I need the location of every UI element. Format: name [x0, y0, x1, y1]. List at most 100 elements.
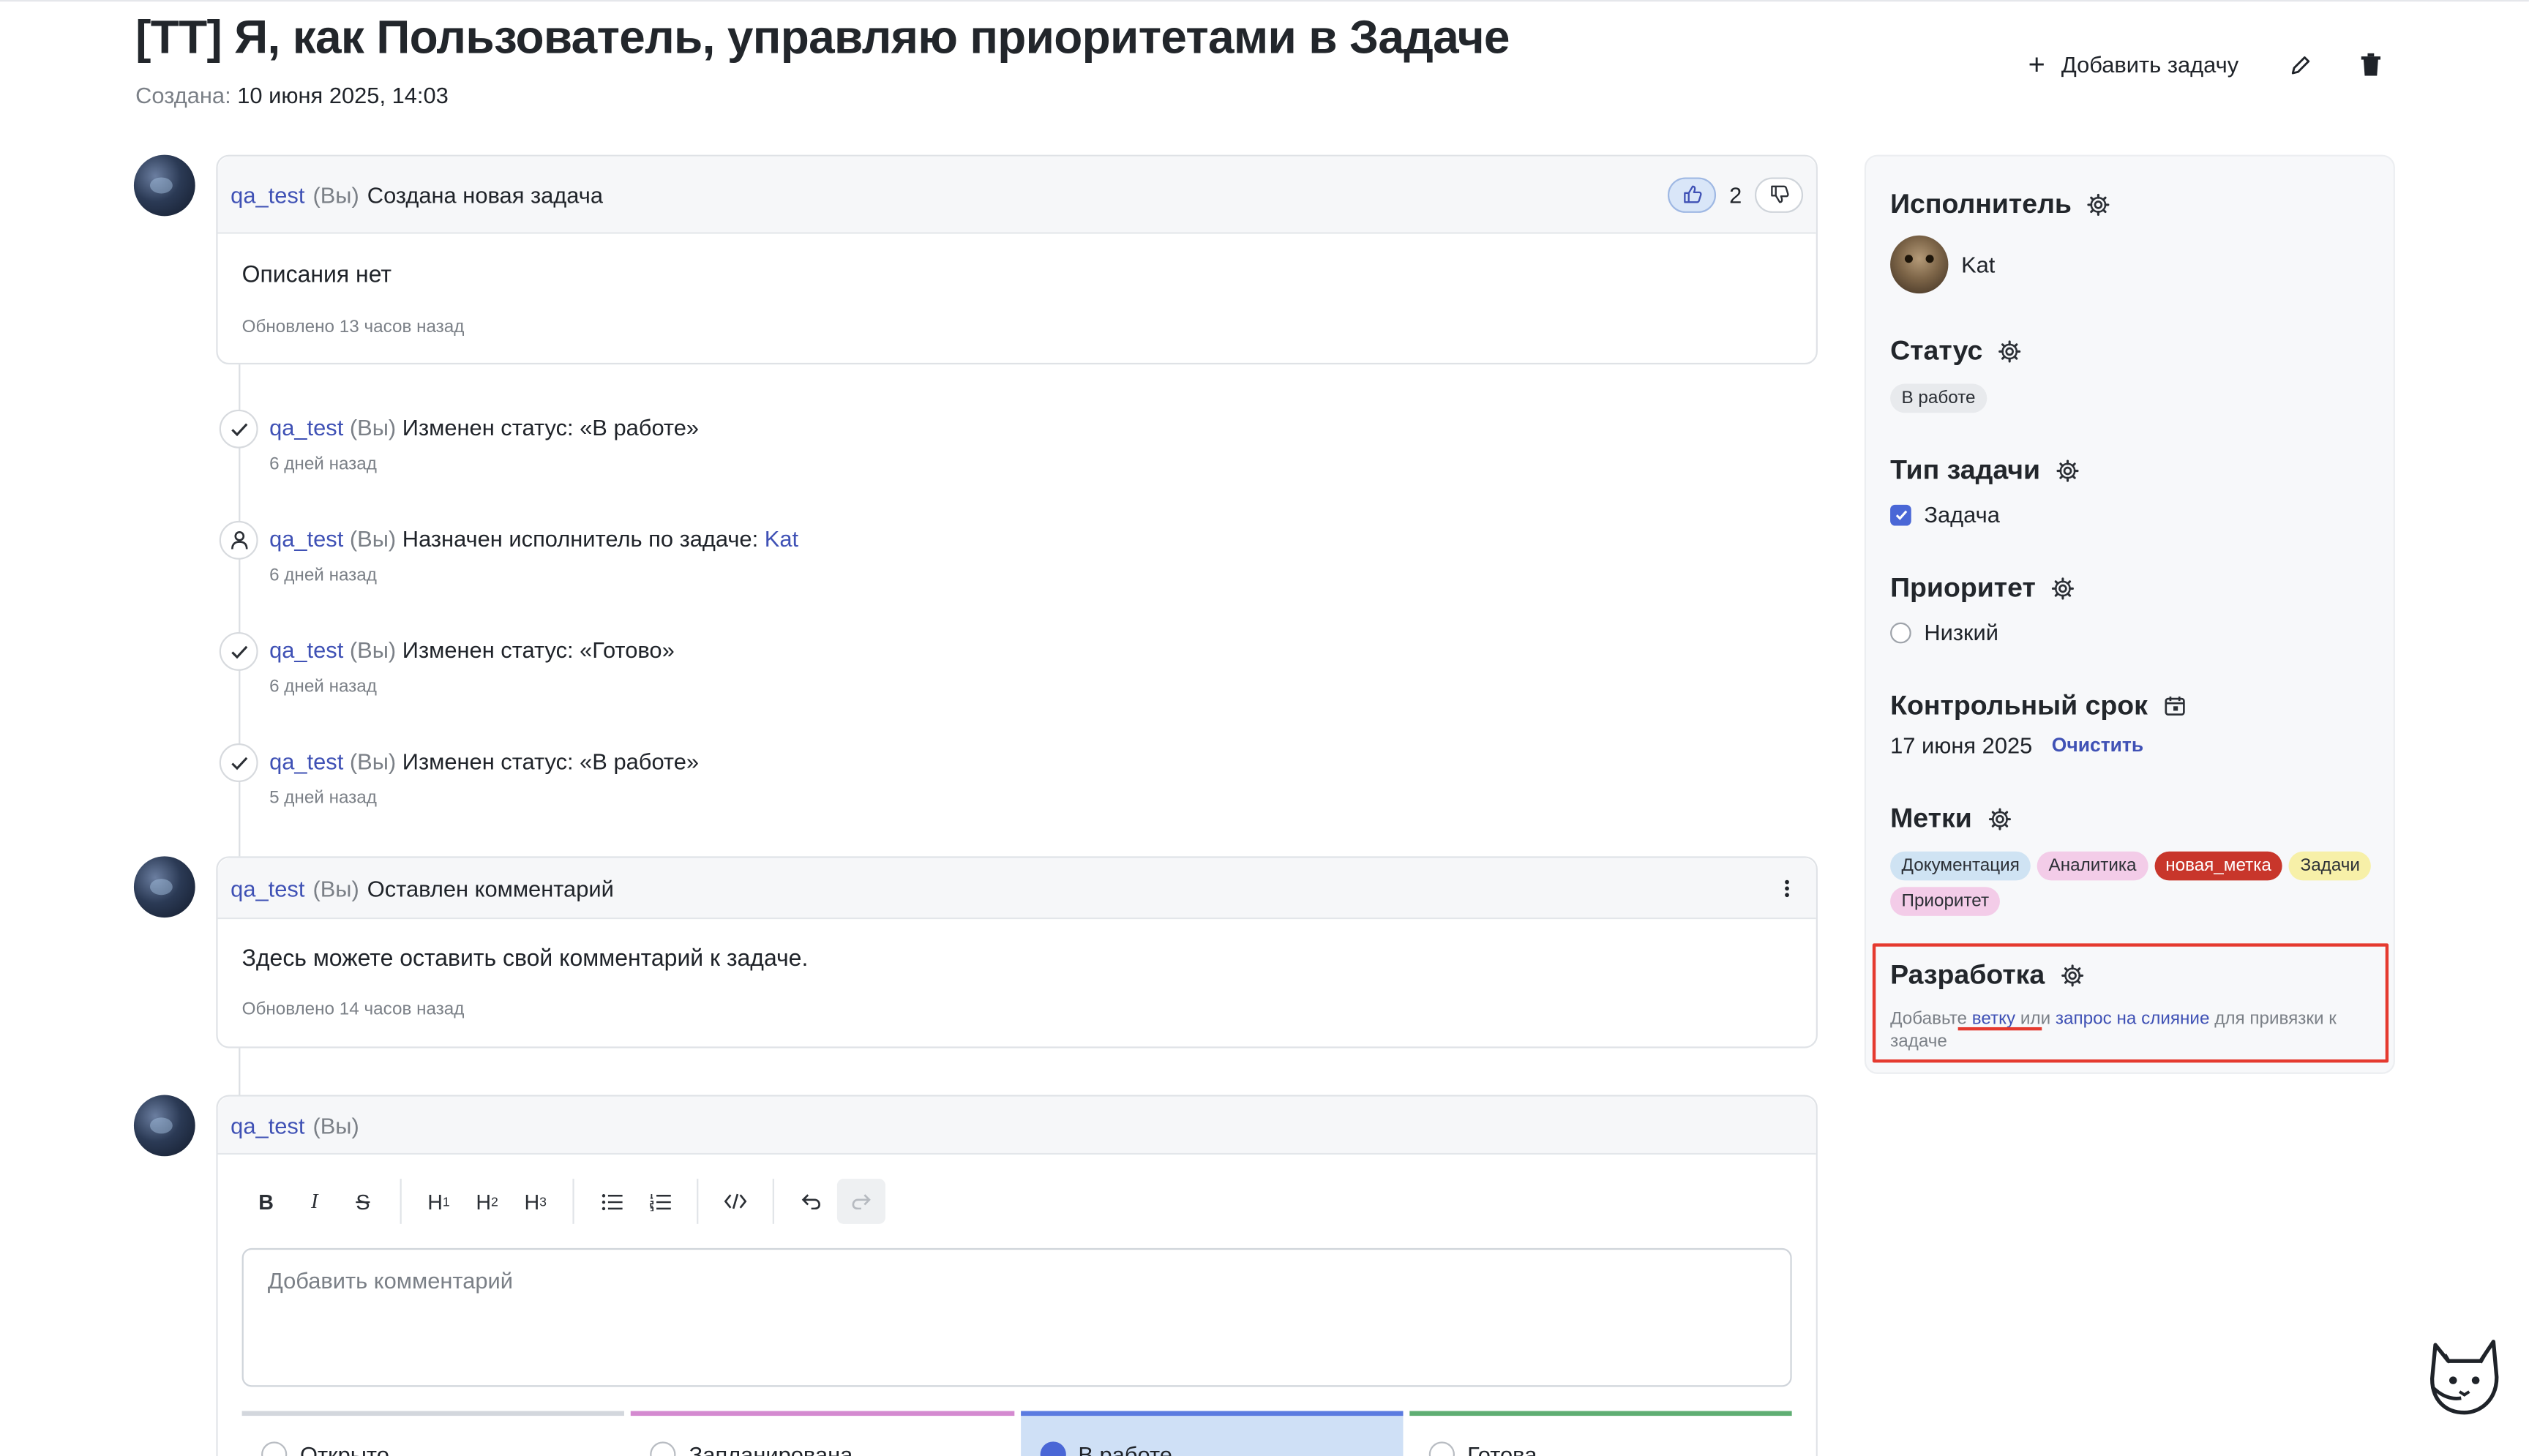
- development-highlight-frame: [1872, 943, 2389, 1063]
- deadline-date[interactable]: 17 июня 2025: [1890, 732, 2032, 758]
- dislike-button[interactable]: [1754, 176, 1804, 212]
- like-count: 2: [1729, 181, 1742, 208]
- author-link[interactable]: qa_test: [231, 181, 304, 207]
- check-icon: [219, 409, 258, 449]
- author-link[interactable]: qa_test: [269, 414, 343, 440]
- tags-title: Метки: [1890, 803, 2374, 836]
- comment-card: qa_test (Вы) Оставлен комментарий Здесь …: [216, 856, 1818, 1048]
- author-link[interactable]: qa_test: [269, 637, 343, 663]
- priority-section: Приоритет Низкий: [1890, 572, 2075, 645]
- undo-button[interactable]: [787, 1179, 836, 1224]
- plus-icon: +: [2028, 48, 2045, 81]
- undo-icon: [801, 1194, 820, 1209]
- editor-header: qa_test (Вы): [217, 1096, 1816, 1155]
- strikethrough-button[interactable]: S: [339, 1179, 387, 1224]
- clear-deadline-button[interactable]: Очистить: [2052, 734, 2143, 757]
- thumbs-up-icon: [1683, 185, 1701, 203]
- you-label: (Вы): [312, 1111, 359, 1138]
- redo-icon: [852, 1194, 871, 1209]
- task-type-label: Задача: [1924, 501, 2000, 528]
- event-description: Назначен исполнитель по задаче:: [402, 525, 759, 552]
- event-time: 6 дней назад: [269, 677, 377, 697]
- description-text: Описания нет: [241, 263, 392, 289]
- status-option-label: Запланирована: [689, 1441, 853, 1456]
- created-label: Создана:: [135, 82, 231, 108]
- comment-menu-button[interactable]: [1771, 878, 1803, 897]
- editor-toolbar: B I S H1 H2 H3: [218, 1155, 1816, 1224]
- italic-button[interactable]: I: [291, 1179, 339, 1224]
- priority-value[interactable]: Низкий: [1890, 619, 2075, 645]
- gear-icon[interactable]: [2052, 577, 2075, 600]
- like-button[interactable]: [1668, 176, 1717, 212]
- priority-title: Приоритет: [1890, 572, 2075, 604]
- assignee-link[interactable]: Kat: [765, 526, 798, 552]
- status-badge[interactable]: В работе: [1890, 383, 1987, 413]
- comment-input[interactable]: Добавить комментарий: [241, 1247, 1792, 1387]
- tag[interactable]: Документация: [1890, 851, 2031, 881]
- task-type-title: Тип задачи: [1890, 455, 2079, 487]
- avatar[interactable]: [133, 154, 195, 217]
- updated-time: Обновлено 13 часов назад: [241, 318, 465, 337]
- assignee[interactable]: Kat: [1890, 235, 2110, 294]
- deadline-title-text: Контрольный срок: [1890, 690, 2148, 721]
- heading-3-button[interactable]: H3: [512, 1179, 560, 1224]
- deadline-section: Контрольный срок 17 июня 2025 Очистить: [1890, 690, 2187, 758]
- gear-icon[interactable]: [2088, 193, 2110, 216]
- heading-1-button[interactable]: H1: [414, 1179, 462, 1224]
- bullet-list-icon: [601, 1193, 622, 1209]
- calendar-icon[interactable]: [2164, 695, 2187, 718]
- status-option-label: Готова: [1467, 1441, 1537, 1456]
- add-task-button[interactable]: + Добавить задачу: [2015, 48, 2252, 80]
- top-divider: [0, 0, 2529, 5]
- trash-icon: [2361, 53, 2381, 76]
- author-link[interactable]: qa_test: [269, 526, 343, 552]
- bullet-list-button[interactable]: [587, 1179, 635, 1224]
- gear-icon[interactable]: [1988, 808, 2011, 830]
- status-option-in-progress[interactable]: В работе: [1020, 1411, 1403, 1456]
- event-text: qa_test (Вы) Изменен статус: «В работе»: [269, 414, 699, 440]
- tag[interactable]: новая_метка: [2154, 851, 2283, 881]
- branch-link-underline: [1957, 1027, 2042, 1031]
- avatar[interactable]: [133, 1095, 195, 1157]
- author-link[interactable]: qa_test: [231, 875, 304, 901]
- you-label: (Вы): [349, 637, 397, 663]
- event-time: 5 дней назад: [269, 788, 377, 808]
- tags-section: Метки Документация Аналитика новая_метка…: [1890, 803, 2374, 916]
- status-option-open[interactable]: Открыто: [241, 1411, 625, 1456]
- heading-2-level: 2: [491, 1194, 498, 1209]
- assignee-section: Исполнитель Kat: [1890, 189, 2110, 294]
- radio-icon: [650, 1441, 677, 1456]
- thumbs-down-icon: [1770, 185, 1788, 203]
- status-selector: Открыто Запланирована В работе Готова: [241, 1411, 1792, 1456]
- status-title: Статус: [1890, 335, 2021, 367]
- author-link[interactable]: qa_test: [269, 748, 343, 774]
- check-icon: [219, 631, 258, 671]
- bold-button[interactable]: B: [242, 1179, 291, 1224]
- heading-2-button[interactable]: H2: [463, 1179, 512, 1224]
- delete-button[interactable]: [2348, 45, 2394, 84]
- ordered-list-button[interactable]: [635, 1179, 683, 1224]
- status-option-planned[interactable]: Запланирована: [631, 1411, 1014, 1456]
- you-label: (Вы): [349, 414, 397, 440]
- heading-1-level: 1: [442, 1194, 450, 1209]
- event-description: Изменен статус: «В работе»: [402, 748, 700, 774]
- gear-icon[interactable]: [1998, 340, 2021, 363]
- tag[interactable]: Задачи: [2289, 851, 2372, 881]
- edit-button[interactable]: [2277, 45, 2323, 84]
- assistant-mascot-button[interactable]: [2426, 1335, 2503, 1416]
- avatar[interactable]: [133, 856, 195, 918]
- radio-icon: [1890, 621, 1911, 643]
- author-link[interactable]: qa_test: [231, 1112, 304, 1138]
- gear-icon[interactable]: [2056, 459, 2079, 482]
- pencil-icon: [2290, 55, 2309, 74]
- comment-card-header: qa_test (Вы) Оставлен комментарий: [217, 858, 1816, 920]
- tag[interactable]: Аналитика: [2037, 851, 2148, 881]
- tag[interactable]: Приоритет: [1890, 887, 2001, 916]
- status-option-done[interactable]: Готова: [1409, 1411, 1792, 1456]
- task-type-value[interactable]: Задача: [1890, 501, 2079, 528]
- checkbox-checked-icon: [1890, 503, 1911, 525]
- redo-button[interactable]: [836, 1179, 885, 1224]
- created-info: Создана: 10 июня 2025, 14:03: [135, 82, 449, 108]
- toolbar-divider: [697, 1179, 699, 1224]
- code-button[interactable]: [711, 1179, 760, 1224]
